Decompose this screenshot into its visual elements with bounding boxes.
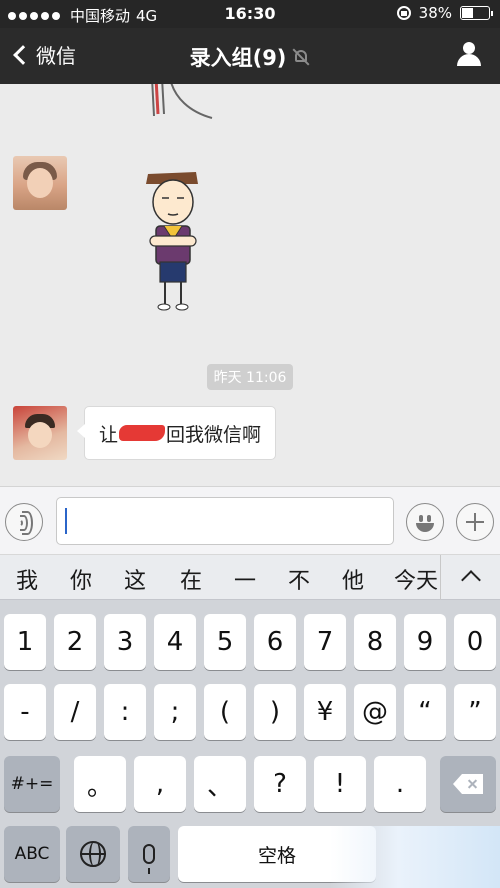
voice-button[interactable] [5, 503, 43, 541]
backspace-icon [453, 774, 483, 794]
rotation-lock-icon [396, 6, 411, 20]
key-period[interactable]: . [374, 756, 426, 812]
key-4[interactable]: 4 [154, 614, 196, 670]
key-at[interactable]: @ [354, 684, 396, 740]
key-open-quote[interactable]: “ [404, 684, 446, 740]
candidate-word[interactable]: 我 [16, 563, 38, 595]
candidate-word[interactable]: 今天 [394, 563, 438, 595]
mute-icon [292, 48, 310, 66]
key-6[interactable]: 6 [254, 614, 296, 670]
key-enum-comma[interactable]: 、 [194, 756, 246, 812]
status-bar: 中国移动 4G 16:30 38% [0, 0, 500, 28]
candidate-word[interactable]: 一 [234, 563, 256, 595]
globe-key[interactable] [66, 826, 120, 882]
key-semicolon[interactable]: ; [154, 684, 196, 740]
message-bubble[interactable]: 让 回我微信啊 [76, 406, 277, 460]
expand-candidates-button[interactable] [440, 555, 500, 601]
emoji-button[interactable] [406, 503, 444, 541]
key-period-cn[interactable]: 。 [74, 756, 126, 812]
globe-icon [80, 841, 106, 867]
page-title: 录入组(9) [189, 46, 287, 70]
key-0[interactable]: 0 [454, 614, 496, 670]
sticker-message[interactable] [138, 170, 214, 320]
key-slash[interactable]: / [54, 684, 96, 740]
key-9[interactable]: 9 [404, 614, 446, 670]
keyboard: 1 2 3 4 5 6 7 8 9 0 - / : ; ( ) ¥ @ “ ” … [0, 600, 500, 888]
candidate-bar: 我 你 这 在 一 不 他 今天 [0, 554, 500, 601]
key-3[interactable]: 3 [104, 614, 146, 670]
message-text-start: 让 [99, 423, 119, 446]
dictation-key[interactable] [128, 826, 170, 882]
candidate-word[interactable]: 你 [70, 563, 92, 595]
key-open-paren[interactable]: ( [204, 684, 246, 740]
message-text-end: 回我微信啊 [166, 423, 262, 446]
candidate-word[interactable]: 在 [180, 563, 202, 595]
backspace-key[interactable] [440, 756, 496, 812]
candidate-word[interactable]: 他 [342, 563, 364, 595]
chat-area[interactable]: 昨天 11:06 让 回我微信啊 [0, 84, 500, 486]
key-close-quote[interactable]: ” [454, 684, 496, 740]
input-bar [0, 486, 500, 554]
key-2[interactable]: 2 [54, 614, 96, 670]
key-hyphen[interactable]: - [4, 684, 46, 740]
key-5[interactable]: 5 [204, 614, 246, 670]
key-close-paren[interactable]: ) [254, 684, 296, 740]
more-button[interactable] [456, 503, 494, 541]
key-exclaim[interactable]: ! [314, 756, 366, 812]
candidate-word[interactable]: 不 [288, 563, 310, 595]
key-8[interactable]: 8 [354, 614, 396, 670]
key-yen[interactable]: ¥ [304, 684, 346, 740]
key-more-symbols[interactable]: #+= [4, 756, 60, 812]
sticker-partial [151, 84, 213, 119]
candidate-word[interactable]: 这 [124, 563, 146, 595]
key-colon[interactable]: : [104, 684, 146, 740]
avatar[interactable] [13, 156, 67, 210]
redaction-mark [119, 425, 166, 441]
text-caret [65, 508, 67, 534]
key-question[interactable]: ? [254, 756, 306, 812]
message-input[interactable] [56, 497, 394, 545]
key-1[interactable]: 1 [4, 614, 46, 670]
key-abc[interactable]: ABC [4, 826, 60, 882]
watermark-art [330, 826, 500, 888]
battery-icon [460, 6, 493, 20]
microphone-icon [143, 844, 155, 874]
nav-bar: 微信 录入组(9) [0, 28, 500, 84]
avatar[interactable] [13, 406, 67, 460]
message-timestamp: 昨天 11:06 [206, 364, 294, 390]
emoji-icon [419, 515, 423, 522]
key-comma[interactable]: , [134, 756, 186, 812]
group-info-button[interactable] [454, 42, 484, 68]
battery-percent: 38% [418, 4, 452, 22]
chevron-up-icon [461, 570, 481, 590]
key-7[interactable]: 7 [304, 614, 346, 670]
